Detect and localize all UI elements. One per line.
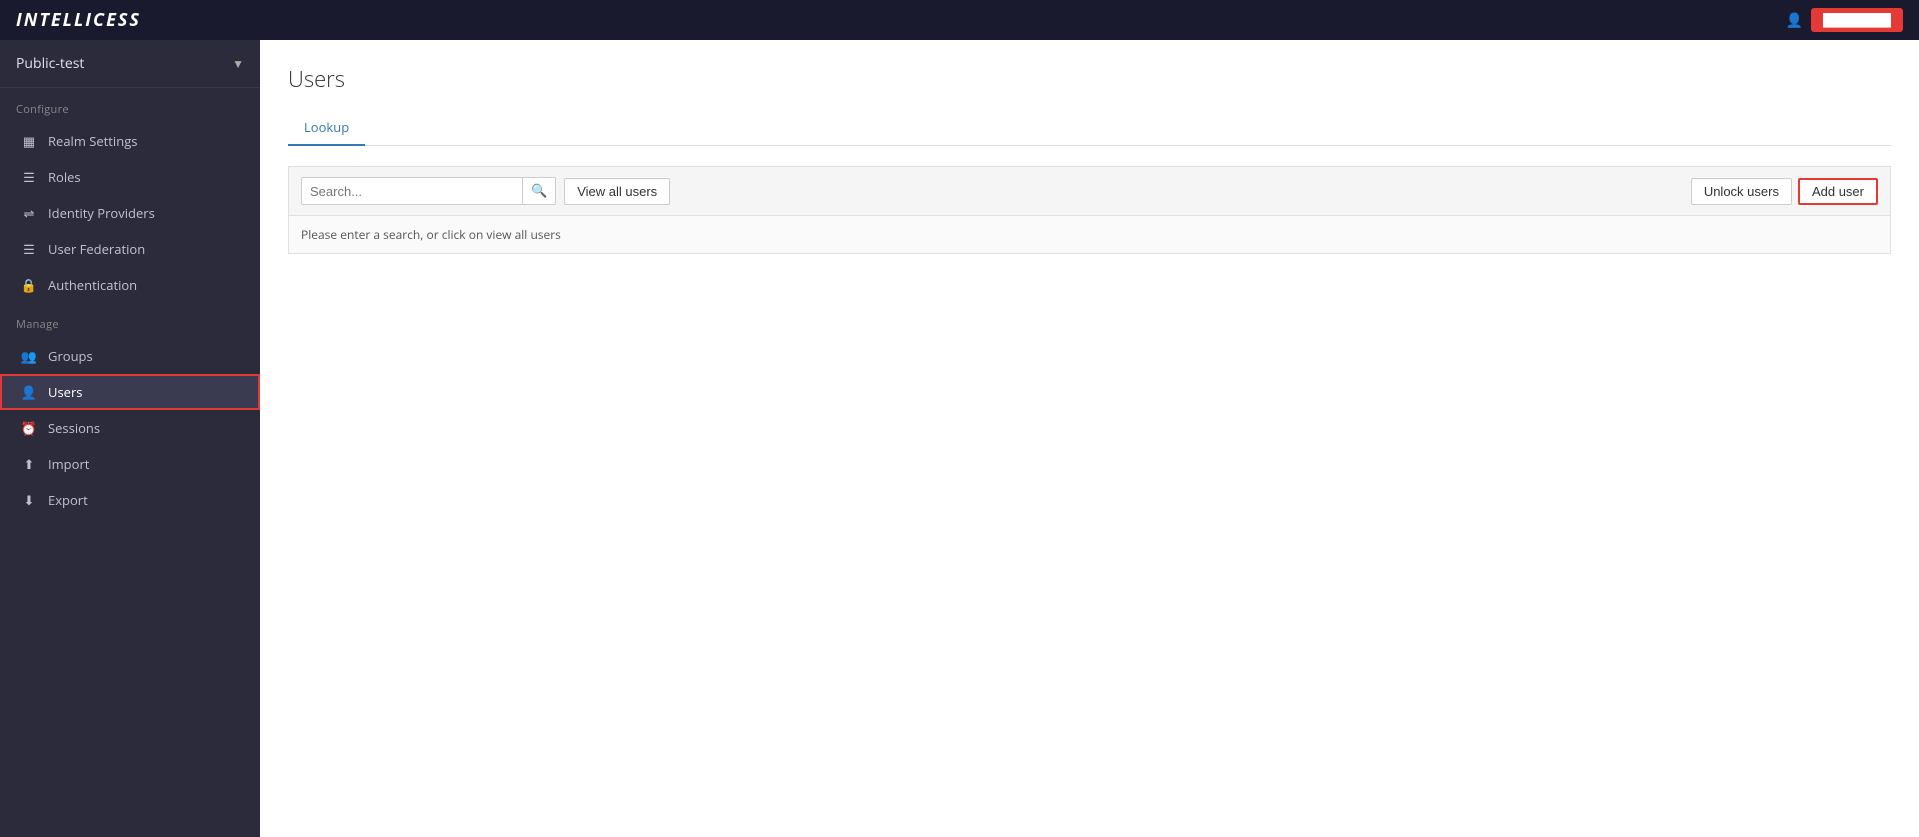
user-single-icon: 👤 — [20, 383, 38, 401]
sidebar-item-sessions[interactable]: ⏰ Sessions — [0, 410, 260, 446]
right-buttons: Unlock users Add user — [1691, 178, 1878, 205]
search-bar: 🔍 View all users Unlock users Add user — [288, 166, 1891, 215]
search-input-wrap: 🔍 — [301, 177, 556, 205]
sidebar-item-user-federation[interactable]: ☰ User Federation — [0, 231, 260, 267]
groups-icon: 👥 — [20, 347, 38, 365]
user-icon: 👤 — [1786, 11, 1803, 30]
sidebar-item-label: Authentication — [48, 276, 137, 294]
sidebar-item-realm-settings[interactable]: ▦ Realm Settings — [0, 123, 260, 159]
sidebar-item-label: Sessions — [48, 419, 100, 437]
lock-icon: 🔒 — [20, 276, 38, 294]
identity-providers-icon: ⇌ — [20, 204, 38, 222]
tab-lookup[interactable]: Lookup — [288, 110, 365, 146]
page-title: Users — [288, 64, 1891, 94]
user-federation-icon: ☰ — [20, 240, 38, 258]
sidebar-item-label: Roles — [48, 168, 81, 186]
sidebar-item-users[interactable]: 👤 Users — [0, 374, 260, 410]
clock-icon: ⏰ — [20, 419, 38, 437]
sidebar-item-label: Identity Providers — [48, 204, 155, 222]
sidebar-item-roles[interactable]: ☰ Roles — [0, 159, 260, 195]
sidebar-item-export[interactable]: ⬇ Export — [0, 482, 260, 518]
realm-selector[interactable]: Public-test ▼ — [0, 40, 260, 88]
hint-text: Please enter a search, or click on view … — [288, 215, 1891, 254]
search-button[interactable]: 🔍 — [522, 178, 555, 204]
add-user-button[interactable]: Add user — [1798, 178, 1878, 205]
realm-name: Public-test — [16, 54, 84, 73]
sidebar-item-label: User Federation — [48, 240, 145, 258]
chevron-down-icon: ▼ — [232, 55, 244, 72]
configure-section-label: Configure — [0, 88, 260, 123]
navbar-right: 👤 ████████ — [1786, 8, 1903, 32]
unlock-users-button[interactable]: Unlock users — [1691, 178, 1792, 205]
sidebar-item-label: Realm Settings — [48, 132, 137, 150]
roles-icon: ☰ — [20, 168, 38, 186]
sidebar-item-identity-providers[interactable]: ⇌ Identity Providers — [0, 195, 260, 231]
search-input[interactable] — [302, 179, 522, 204]
tab-bar: Lookup — [288, 110, 1891, 146]
view-all-users-button[interactable]: View all users — [564, 178, 670, 205]
user-menu-button[interactable]: ████████ — [1811, 8, 1903, 32]
sidebar-item-groups[interactable]: 👥 Groups — [0, 338, 260, 374]
manage-section-label: Manage — [0, 303, 260, 338]
navbar: INTELLICESS 👤 ████████ — [0, 0, 1919, 40]
import-icon: ⬆ — [20, 455, 38, 473]
grid-icon: ▦ — [20, 132, 38, 150]
sidebar-item-label: Import — [48, 455, 89, 473]
sidebar: Public-test ▼ Configure ▦ Realm Settings… — [0, 40, 260, 837]
main-content: Users Lookup 🔍 View all users Unlock use… — [260, 40, 1919, 837]
brand-logo: INTELLICESS — [16, 8, 141, 32]
sidebar-item-import[interactable]: ⬆ Import — [0, 446, 260, 482]
sidebar-item-authentication[interactable]: 🔒 Authentication — [0, 267, 260, 303]
sidebar-item-label: Export — [48, 491, 88, 509]
sidebar-item-label: Groups — [48, 347, 93, 365]
export-icon: ⬇ — [20, 491, 38, 509]
sidebar-item-label: Users — [48, 383, 82, 401]
